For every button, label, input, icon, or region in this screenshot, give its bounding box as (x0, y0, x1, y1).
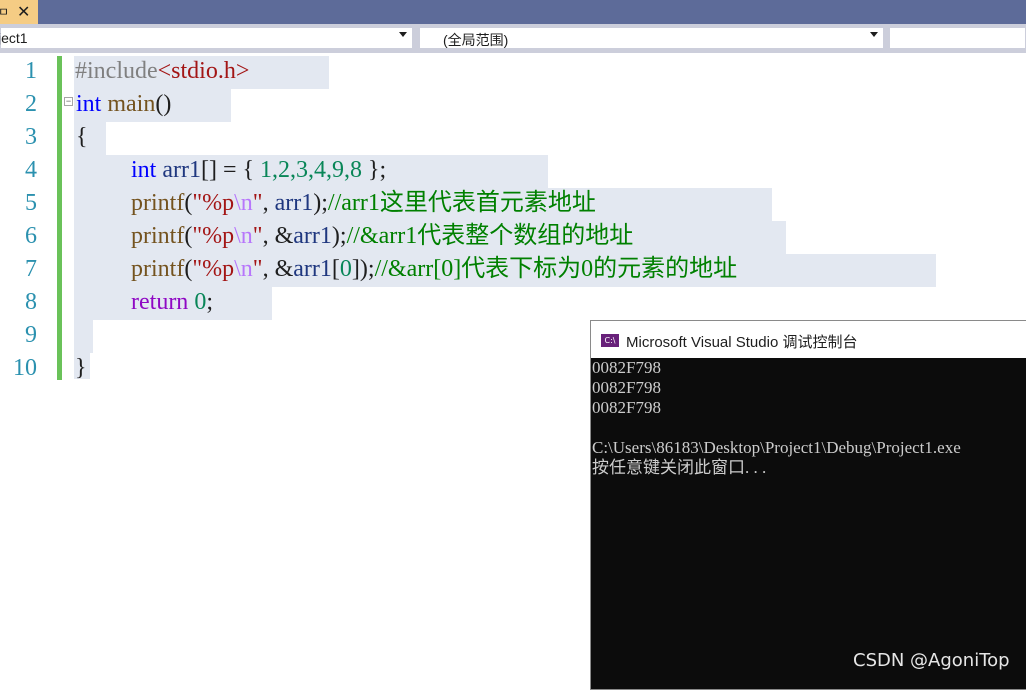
string-literal: " (252, 256, 263, 282)
line-number: 5 (25, 190, 37, 216)
punctuation: ; (206, 289, 213, 315)
line-number: 10 (13, 355, 37, 381)
line-number: 9 (25, 322, 37, 348)
string-literal: "%p (192, 223, 235, 249)
debug-console-window[interactable]: C:\ Microsoft Visual Studio 调试控制台 0082F7… (590, 320, 1026, 690)
punctuation: , (262, 190, 275, 216)
punctuation: ); (313, 190, 328, 216)
code-line: { (76, 121, 88, 154)
punctuation: ); (331, 223, 347, 249)
line-number: 7 (25, 256, 37, 282)
code-line: } (75, 352, 87, 385)
comment: //arr1这里代表首元素地址 (327, 190, 596, 216)
selection-highlight (74, 320, 93, 353)
chevron-down-icon[interactable] (399, 32, 407, 37)
console-title: Microsoft Visual Studio 调试控制台 (626, 334, 858, 351)
project-dropdown-value: ject1 (0, 30, 28, 46)
pin-icon[interactable]: ㅁ (0, 3, 9, 20)
code-line: int arr1[] = { 1,2,3,4,9,8 }; (131, 154, 386, 187)
keyword: int (131, 157, 157, 183)
escape-sequence: \n (234, 256, 253, 282)
line-number: 8 (25, 289, 37, 315)
line-number: 2 (25, 91, 37, 117)
line-number: 4 (25, 157, 37, 183)
punctuation: , & (262, 223, 294, 249)
code-line: printf("%p\n", &arr1[0]);//&arr[0]代表下标为0… (131, 253, 737, 286)
code-line: printf("%p\n", &arr1);//&arr1代表整个数组的地址 (131, 220, 633, 253)
variable: arr1 (274, 190, 314, 216)
string-literal: " (252, 190, 263, 216)
line-number: 1 (25, 58, 37, 84)
comment: //&arr[0]代表下标为0的元素的地址 (374, 256, 738, 282)
variable: arr1 (293, 223, 332, 249)
escape-sequence: \n (234, 223, 253, 249)
number-literal: 0 (339, 256, 352, 282)
function-name: printf (131, 256, 185, 282)
escape-sequence: \n (234, 190, 253, 216)
function-name: printf (131, 190, 185, 216)
line-number: 3 (25, 124, 37, 150)
punctuation: [ (331, 256, 340, 282)
scope-dropdown[interactable]: (全局范围) (419, 27, 884, 49)
string-literal: "%p (192, 256, 235, 282)
punctuation: }; (362, 157, 387, 183)
return-keyword: return (131, 289, 189, 315)
punctuation: [] = { (200, 157, 261, 183)
navigation-bar: ject1 (全局范围) (0, 24, 1026, 53)
code-line: int main() (76, 88, 171, 121)
code-line: return 0; (131, 286, 213, 319)
document-tab[interactable]: ㅁ ✕ (0, 0, 38, 24)
code-line: #include<stdio.h> (75, 55, 249, 88)
punctuation: () (155, 91, 172, 117)
close-icon[interactable]: ✕ (17, 2, 30, 22)
string-literal: " (252, 223, 263, 249)
punctuation: ]); (351, 256, 375, 282)
watermark: CSDN @AgoniTop (853, 650, 1010, 671)
brace: { (76, 124, 88, 150)
change-tracking-bar (57, 56, 62, 380)
function-name: main (101, 91, 156, 117)
number-literal: 1,2,3,4,9,8 (260, 157, 363, 183)
include-header: <stdio.h> (157, 58, 250, 84)
console-app-icon: C:\ (601, 334, 619, 347)
collapse-icon[interactable]: − (64, 97, 73, 106)
variable: arr1 (293, 256, 332, 282)
number-literal: 0 (194, 289, 207, 315)
preprocessor-directive: #include (75, 58, 158, 84)
comment: //&arr1代表整个数组的地址 (346, 223, 634, 249)
chevron-down-icon[interactable] (870, 32, 878, 37)
line-number: 6 (25, 223, 37, 249)
punctuation: , & (262, 256, 294, 282)
variable: arr1 (156, 157, 201, 183)
project-dropdown[interactable]: ject1 (0, 27, 413, 49)
string-literal: "%p (192, 190, 235, 216)
member-dropdown[interactable] (889, 27, 1026, 49)
code-line: printf("%p\n", arr1);//arr1这里代表首元素地址 (131, 187, 596, 220)
function-name: printf (131, 223, 185, 249)
keyword: int (76, 91, 102, 117)
brace: } (75, 355, 87, 381)
document-tab-strip: ㅁ ✕ (0, 0, 1026, 24)
scope-dropdown-value: (全局范围) (443, 32, 509, 48)
console-output: 0082F798 0082F798 0082F798 C:\Users\8618… (592, 358, 961, 477)
console-title-bar[interactable]: C:\ Microsoft Visual Studio 调试控制台 (591, 321, 1026, 358)
